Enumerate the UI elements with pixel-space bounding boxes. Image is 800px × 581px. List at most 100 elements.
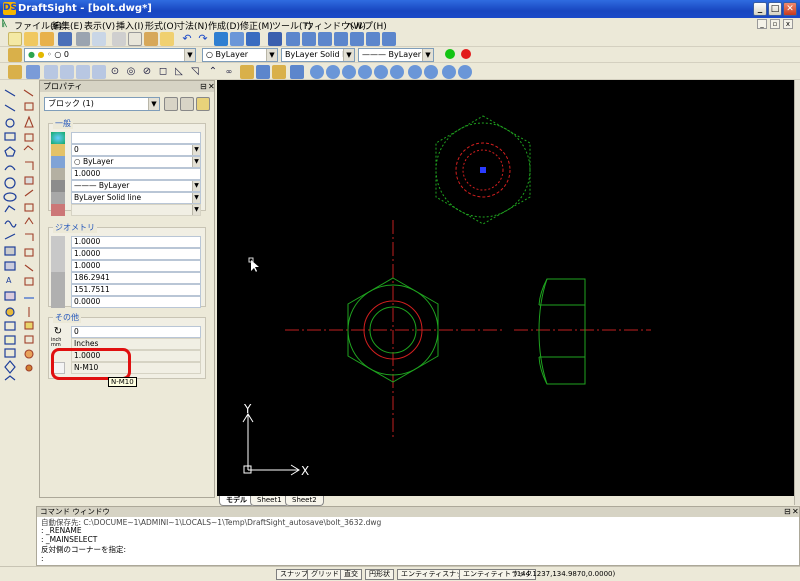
menu-app-icon[interactable]: ᚣ: [2, 19, 7, 29]
view-top-icon[interactable]: [350, 32, 364, 46]
save-icon[interactable]: [58, 32, 72, 46]
general-lineweight-field[interactable]: ——— ByLayer ▼: [71, 180, 201, 192]
maximize-button[interactable]: □: [768, 2, 782, 16]
dimension-aligned-icon[interactable]: [256, 65, 270, 79]
copy-icon[interactable]: [128, 32, 142, 46]
undo-icon[interactable]: ↶: [180, 32, 194, 46]
view-right-icon[interactable]: [334, 32, 348, 46]
other-rotation-field[interactable]: 0: [71, 326, 201, 338]
color-combo[interactable]: ○ ByLayer ▼: [202, 48, 278, 62]
lineweight-combo[interactable]: ——— ByLayer ▼: [358, 48, 434, 62]
general-linecolor-field[interactable]: ○ ByLayer ▼: [71, 156, 201, 168]
menu-help[interactable]: ヘルプ(H): [346, 19, 387, 32]
zoom-extents-icon[interactable]: [358, 65, 372, 79]
menu-dimension[interactable]: 寸法(N): [176, 19, 208, 32]
quick-select-icon[interactable]: [180, 97, 194, 111]
match-properties-icon[interactable]: [160, 32, 174, 46]
panel-close-icon[interactable]: ✕: [208, 82, 215, 91]
command-close-icon[interactable]: ✕: [792, 507, 799, 516]
line-tool-icon[interactable]: [268, 32, 282, 46]
selection-combo[interactable]: ブロック (1) ▼: [44, 97, 160, 111]
print-preview-icon[interactable]: [92, 32, 106, 46]
drawing-canvas[interactable]: Y X: [217, 80, 794, 496]
command-pin-icon[interactable]: ⊟: [784, 507, 791, 516]
new-file-icon[interactable]: [8, 32, 22, 46]
draw-tools-icons[interactable]: A: [0, 84, 38, 384]
view-iso-icon[interactable]: [382, 32, 396, 46]
snap-nearest-icon[interactable]: ⌃: [206, 65, 220, 79]
geometry-position-y-field[interactable]: 151.7511: [71, 284, 201, 296]
open-icon[interactable]: [40, 32, 54, 46]
insert-block-icon[interactable]: [76, 65, 90, 79]
layer-combo[interactable]: ● ● ◦ ○ 0 ▼: [24, 48, 196, 62]
menu-insert[interactable]: 挿入(I): [116, 19, 144, 32]
snap-settings-icon[interactable]: ∞: [222, 65, 236, 79]
polar-toggle[interactable]: 円形状: [365, 569, 394, 580]
general-linescale-field[interactable]: 1.0000: [71, 168, 201, 180]
block-icon[interactable]: [44, 65, 58, 79]
linetype-combo[interactable]: ByLayer Solid line ▼: [281, 48, 355, 62]
panel-pin-icon[interactable]: ⊟: [200, 82, 207, 91]
zoom-window2-icon[interactable]: [342, 65, 356, 79]
menu-modify[interactable]: 修正(M): [240, 19, 273, 32]
table-icon[interactable]: [60, 65, 74, 79]
cut-icon[interactable]: [112, 32, 126, 46]
dimension-linear-icon[interactable]: [240, 65, 254, 79]
snap-endpoint-icon[interactable]: ◺: [172, 65, 186, 79]
geometry-scale-x-field[interactable]: 1.0000: [71, 236, 201, 248]
view-bottom-icon[interactable]: [366, 32, 380, 46]
view-back-icon[interactable]: [302, 32, 316, 46]
view-left-icon[interactable]: [318, 32, 332, 46]
general-layer-field[interactable]: 0 ▼: [71, 144, 201, 156]
toggle-pickadd-icon[interactable]: [196, 97, 210, 111]
green-status-icon[interactable]: [445, 49, 455, 59]
tab-sheet2[interactable]: Sheet2: [285, 496, 324, 506]
grid-toggle[interactable]: グリッド: [307, 569, 343, 580]
dimension-angular-icon[interactable]: [272, 65, 286, 79]
command-input[interactable]: :: [41, 554, 44, 563]
vertical-scrollbar[interactable]: [794, 80, 800, 505]
menu-edit[interactable]: 編集(E): [52, 19, 83, 32]
menu-view[interactable]: 表示(V): [84, 19, 115, 32]
insertion-grip[interactable]: [480, 167, 486, 173]
mdi-minimize-button[interactable]: _: [757, 19, 767, 29]
geometry-position-x-field[interactable]: 186.2941: [71, 272, 201, 284]
menu-draw[interactable]: 作成(D): [208, 19, 240, 32]
zoom-window-icon[interactable]: [246, 32, 260, 46]
red-status-icon[interactable]: [461, 49, 471, 59]
paste-icon[interactable]: [144, 32, 158, 46]
general-color-field[interactable]: [71, 132, 201, 144]
open-folder-icon[interactable]: [24, 32, 38, 46]
close-button[interactable]: ✕: [783, 2, 797, 16]
pan-icon[interactable]: [214, 32, 228, 46]
snap-perpendicular-icon[interactable]: ◻: [156, 65, 170, 79]
mdi-restore-button[interactable]: ▫: [770, 19, 780, 29]
tab-model[interactable]: モデル: [219, 496, 254, 506]
print-icon[interactable]: [76, 32, 90, 46]
menu-format[interactable]: 形式(O): [145, 19, 177, 32]
zoom-realtime-icon[interactable]: [230, 32, 244, 46]
dimension-radius-icon[interactable]: [290, 65, 304, 79]
hatch-icon[interactable]: [92, 65, 106, 79]
snap-midpoint-icon[interactable]: ◹: [188, 65, 202, 79]
layer-manager-icon[interactable]: [8, 48, 22, 62]
snap-center-icon[interactable]: ⊙: [108, 65, 122, 79]
snap-tangent-icon[interactable]: ⊘: [140, 65, 154, 79]
mdi-close-button[interactable]: x: [783, 19, 793, 29]
zoom-center-icon[interactable]: [442, 65, 456, 79]
eraser-icon[interactable]: [26, 65, 40, 79]
zoom-out-icon[interactable]: [326, 65, 340, 79]
zoom-fit-icon[interactable]: [408, 65, 422, 79]
redo-icon[interactable]: ↷: [196, 32, 210, 46]
zoom-in-icon[interactable]: [310, 65, 324, 79]
zoom-all-icon[interactable]: [390, 65, 404, 79]
modify-icon[interactable]: [8, 65, 22, 79]
geometry-scale-y-field[interactable]: 1.0000: [71, 248, 201, 260]
tab-sheet1[interactable]: Sheet1: [250, 496, 289, 506]
geometry-position-z-field[interactable]: 0.0000: [71, 296, 201, 308]
geometry-scale-z-field[interactable]: 1.0000: [71, 260, 201, 272]
zoom-dynamic-icon[interactable]: [458, 65, 472, 79]
zoom-previous-icon[interactable]: [374, 65, 388, 79]
minimize-button[interactable]: _: [753, 2, 767, 16]
select-objects-icon[interactable]: [164, 97, 178, 111]
